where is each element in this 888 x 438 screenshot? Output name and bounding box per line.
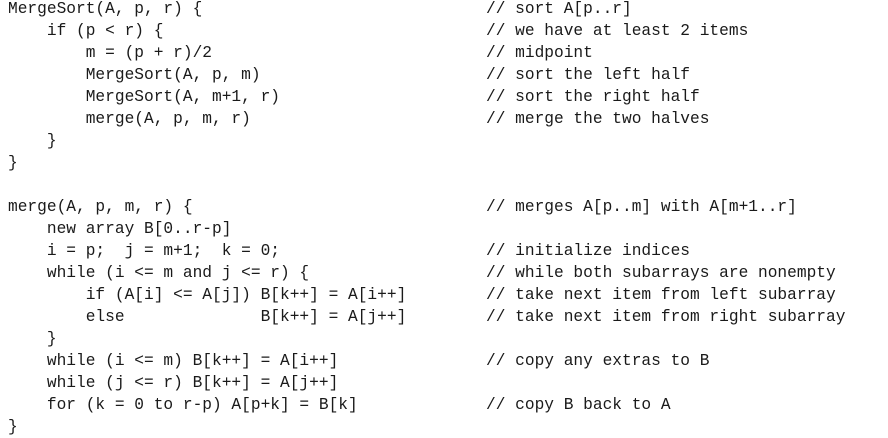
code-comment: // copy B back to A — [486, 396, 671, 414]
code-line: new array B[0..r-p] — [8, 220, 232, 238]
code-line: MergeSort(A, p, r) { — [8, 0, 203, 18]
code-line: } — [8, 154, 18, 172]
code-comment: // initialize indices — [486, 242, 690, 260]
code-line: if (A[i] <= A[j]) B[k++] = A[i++] — [8, 286, 407, 304]
code-comment: // copy any extras to B — [486, 352, 710, 370]
code-line: while (i <= m) B[k++] = A[i++] — [8, 352, 339, 370]
code-line: i = p; j = m+1; k = 0; — [8, 242, 280, 260]
code-line: merge(A, p, m, r) — [8, 110, 251, 128]
code-line: if (p < r) { — [8, 22, 164, 40]
code-line: MergeSort(A, m+1, r) — [8, 88, 280, 106]
code-comment: // sort the left half — [486, 66, 690, 84]
code-comment: // sort A[p..r] — [486, 0, 632, 18]
code-line: m = (p + r)/2 — [8, 44, 212, 62]
code-line: for (k = 0 to r-p) A[p+k] = B[k] — [8, 396, 358, 414]
code-comment: // sort the right half — [486, 88, 700, 106]
code-line: while (i <= m and j <= r) { — [8, 264, 310, 282]
code-comment: // take next item from right subarray — [486, 308, 846, 326]
code-comment: // we have at least 2 items — [486, 22, 749, 40]
code-comment: // merges A[p..m] with A[m+1..r] — [486, 198, 797, 216]
code-line: else B[k++] = A[j++] — [8, 308, 407, 326]
code-comment: // midpoint — [486, 44, 593, 62]
code-listing: MergeSort(A, p, r) { // sort A[p..r] if … — [0, 0, 888, 437]
code-comment: // take next item from left subarray — [486, 286, 836, 304]
code-line: } — [8, 330, 57, 348]
code-comment: // merge the two halves — [486, 110, 710, 128]
code-line: } — [8, 418, 18, 436]
code-line: while (j <= r) B[k++] = A[j++] — [8, 374, 339, 392]
code-comment: // while both subarrays are nonempty — [486, 264, 836, 282]
code-line: } — [8, 132, 57, 150]
code-line: MergeSort(A, p, m) — [8, 66, 261, 84]
code-line: merge(A, p, m, r) { — [8, 198, 193, 216]
